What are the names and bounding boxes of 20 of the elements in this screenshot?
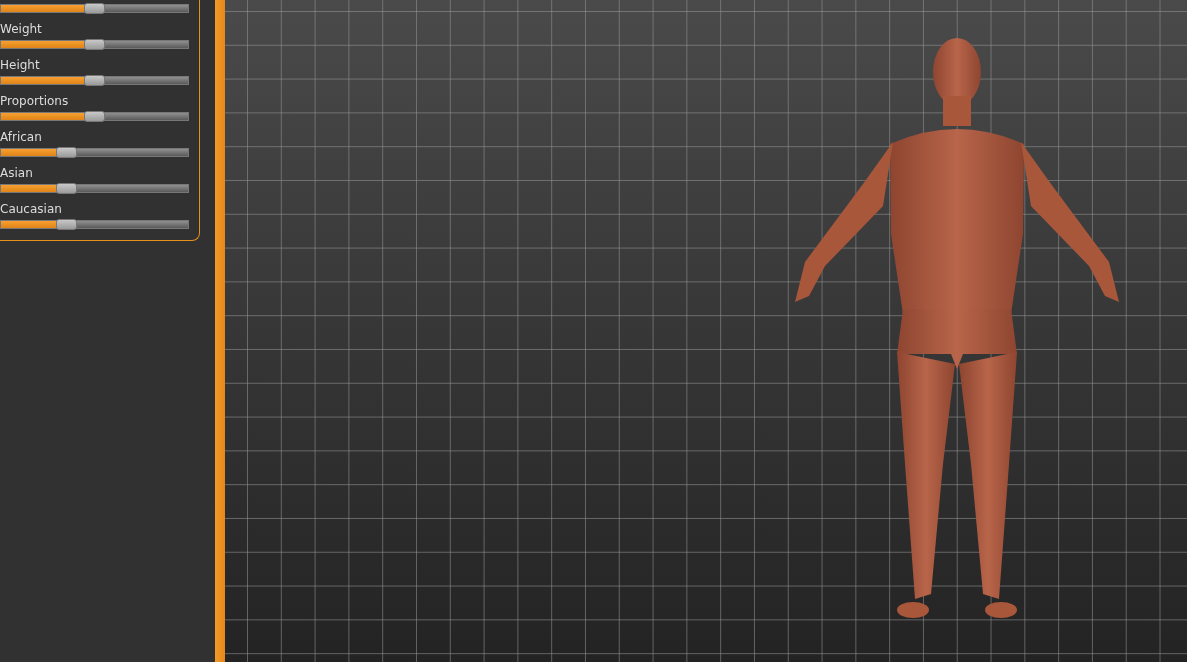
slider-thumb[interactable] [84,3,105,14]
slider-track[interactable] [0,4,189,13]
slider-thumb[interactable] [84,39,105,50]
slider-track[interactable] [0,76,189,85]
slider-track[interactable] [0,40,189,49]
slider-track[interactable] [0,112,189,121]
slider-label: Weight [0,22,43,36]
slider-label: Asian [0,166,34,180]
slider-track[interactable] [0,184,189,193]
slider-track[interactable] [0,220,189,229]
slider-thumb[interactable] [84,111,105,122]
slider-thumb[interactable] [55,219,77,230]
slider-thumb[interactable] [55,183,77,194]
slider-track[interactable] [0,148,189,157]
slider-label: Caucasian [0,202,63,216]
slider-label: Height [0,58,41,72]
slider-label: Proportions [0,94,70,108]
slider-label: African [0,130,43,144]
slider-thumb[interactable] [55,147,77,158]
slider-thumb[interactable] [84,75,105,86]
